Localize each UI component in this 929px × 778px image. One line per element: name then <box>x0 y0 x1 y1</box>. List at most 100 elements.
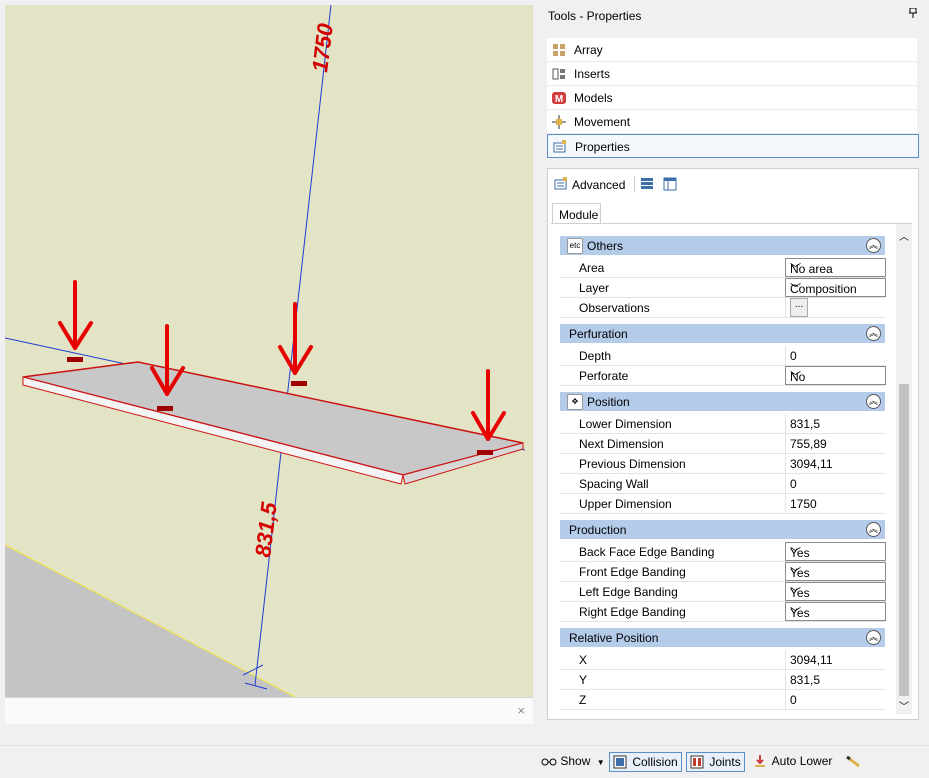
chevron-down-icon[interactable]: ﹀ <box>790 604 801 620</box>
front-edge-select[interactable]: Yes ﹀ <box>785 562 886 581</box>
perforate-select[interactable]: No ﹀ <box>785 366 886 385</box>
sorted-view-icon[interactable] <box>663 177 677 191</box>
property-row-previous-dimension[interactable]: Previous Dimension 3094,11 <box>560 454 885 474</box>
property-row-front-edge[interactable]: Front Edge Banding Yes ﹀ <box>560 562 886 582</box>
close-icon[interactable]: × <box>517 703 525 718</box>
show-menu-button[interactable]: Show ▼ <box>541 752 605 770</box>
previous-dimension-field[interactable]: 3094,11 <box>785 454 885 473</box>
joints-label: Joints <box>709 755 741 769</box>
tool-properties[interactable]: Properties <box>547 134 919 158</box>
property-row-next-dimension[interactable]: Next Dimension 755,89 <box>560 434 885 454</box>
collapse-icon[interactable]: ︽ <box>866 394 881 409</box>
tab-label: Module <box>559 208 599 222</box>
collapse-icon[interactable]: ︽ <box>866 238 881 253</box>
collision-toggle[interactable]: Collision <box>609 752 682 772</box>
property-row-left-edge[interactable]: Left Edge Banding Yes ﹀ <box>560 582 886 602</box>
categorized-view-icon[interactable] <box>640 177 654 191</box>
property-name: Spacing Wall <box>579 477 649 491</box>
wand-button[interactable] <box>845 752 861 770</box>
auto-lower-button[interactable]: Auto Lower <box>753 752 832 770</box>
property-row-observations[interactable]: Observations ... <box>560 298 885 318</box>
movement-icon <box>552 115 566 129</box>
chevron-down-icon[interactable]: ﹀ <box>790 564 801 580</box>
property-name: Upper Dimension <box>579 497 672 511</box>
category-others[interactable]: etc Others ︽ <box>560 236 885 255</box>
chevron-down-icon[interactable]: ﹀ <box>790 544 801 560</box>
property-grid: ︿ ﹀ etc Others ︽ Area No area ﹀ Layer Com… <box>551 223 912 714</box>
depth-field[interactable]: 0 <box>785 346 885 365</box>
scene-drawing: 1750 831,5 <box>5 5 526 697</box>
x-field[interactable]: 3094,11 <box>785 650 885 669</box>
dimension-label-upper: 1750 <box>307 21 338 73</box>
property-name: Lower Dimension <box>579 417 672 431</box>
property-row-x[interactable]: X 3094,11 <box>560 650 885 670</box>
scrollbar[interactable]: ︿ ﹀ <box>896 224 912 714</box>
scroll-down-icon[interactable]: ﹀ <box>899 698 909 713</box>
tool-label: Array <box>574 43 603 57</box>
y-field[interactable]: 831,5 <box>785 670 885 689</box>
tool-movement[interactable]: Movement <box>547 110 917 134</box>
property-name: Observations <box>579 301 650 315</box>
property-name: Back Face Edge Banding <box>579 545 715 559</box>
property-row-spacing-wall[interactable]: Spacing Wall 0 <box>560 474 885 494</box>
joints-toggle[interactable]: Joints <box>686 752 745 772</box>
tool-array[interactable]: Array <box>547 38 917 62</box>
property-row-y[interactable]: Y 831,5 <box>560 670 885 690</box>
position-icon: ✥ <box>567 394 583 410</box>
chevron-down-icon[interactable]: ﹀ <box>790 260 801 276</box>
collapse-icon[interactable]: ︽ <box>866 326 881 341</box>
tool-models[interactable]: M Models <box>547 86 917 110</box>
observations-field[interactable]: ... <box>785 298 885 317</box>
property-row-right-edge[interactable]: Right Edge Banding Yes ﹀ <box>560 602 886 622</box>
panel-title: Tools - Properties <box>548 9 642 23</box>
layer-select[interactable]: Composition ﹀ <box>785 278 886 297</box>
left-edge-select[interactable]: Yes ﹀ <box>785 582 886 601</box>
property-row-back-face-edge[interactable]: Back Face Edge Banding Yes ﹀ <box>560 542 886 562</box>
category-position[interactable]: ✥ Position ︽ <box>560 392 885 411</box>
next-dimension-field[interactable]: 755,89 <box>785 434 885 453</box>
collision-label: Collision <box>632 755 678 769</box>
z-field[interactable]: 0 <box>785 690 885 709</box>
right-edge-select[interactable]: Yes ﹀ <box>785 602 886 621</box>
glasses-icon <box>541 754 557 768</box>
property-name: Front Edge Banding <box>579 565 686 579</box>
property-row-depth[interactable]: Depth 0 <box>560 346 885 366</box>
property-row-z[interactable]: Z 0 <box>560 690 885 710</box>
collapse-icon[interactable]: ︽ <box>866 630 881 645</box>
shelf-top <box>22 361 524 476</box>
chevron-down-icon[interactable]: ﹀ <box>790 368 801 384</box>
property-name: Perforate <box>579 369 629 383</box>
category-perfuration[interactable]: Perfuration ︽ <box>560 324 885 343</box>
collapse-icon[interactable]: ︽ <box>866 522 881 537</box>
scroll-thumb[interactable] <box>899 384 909 696</box>
property-row-area[interactable]: Area No area ﹀ <box>560 258 886 278</box>
upper-dimension-field[interactable]: 1750 <box>785 494 885 513</box>
advanced-icon[interactable] <box>554 177 568 191</box>
ellipsis-button[interactable]: ... <box>790 298 808 317</box>
tab-module[interactable]: Module <box>552 203 601 224</box>
category-title: Position <box>587 395 630 409</box>
scroll-up-icon[interactable]: ︿ <box>899 228 909 243</box>
property-row-layer[interactable]: Layer Composition ﹀ <box>560 278 886 298</box>
category-title: Perfuration <box>569 327 628 341</box>
area-select[interactable]: No area ﹀ <box>785 258 886 277</box>
etc-icon: etc <box>567 238 583 254</box>
property-row-lower-dimension[interactable]: Lower Dimension 831,5 <box>560 414 885 434</box>
magic-wand-icon <box>845 754 860 768</box>
property-row-perforate[interactable]: Perforate No ﹀ <box>560 366 886 386</box>
lower-dimension-field[interactable]: 831,5 <box>785 414 885 433</box>
property-name: Depth <box>579 349 612 363</box>
3d-viewport[interactable]: 1750 831,5 <box>5 5 533 697</box>
back-face-edge-select[interactable]: Yes ﹀ <box>785 542 886 561</box>
chevron-down-icon[interactable]: ﹀ <box>790 280 801 296</box>
pin-icon[interactable] <box>909 7 917 21</box>
toolbar-separator <box>634 176 635 192</box>
category-relative-position[interactable]: Relative Position ︽ <box>560 628 885 647</box>
property-row-upper-dimension[interactable]: Upper Dimension 1750 <box>560 494 885 514</box>
tool-inserts[interactable]: Inserts <box>547 62 917 86</box>
spacing-wall-field[interactable]: 0 <box>785 474 885 493</box>
svg-text:M: M <box>555 94 563 105</box>
category-production[interactable]: Production ︽ <box>560 520 885 539</box>
advanced-label[interactable]: Advanced <box>572 178 625 192</box>
chevron-down-icon[interactable]: ﹀ <box>790 584 801 600</box>
